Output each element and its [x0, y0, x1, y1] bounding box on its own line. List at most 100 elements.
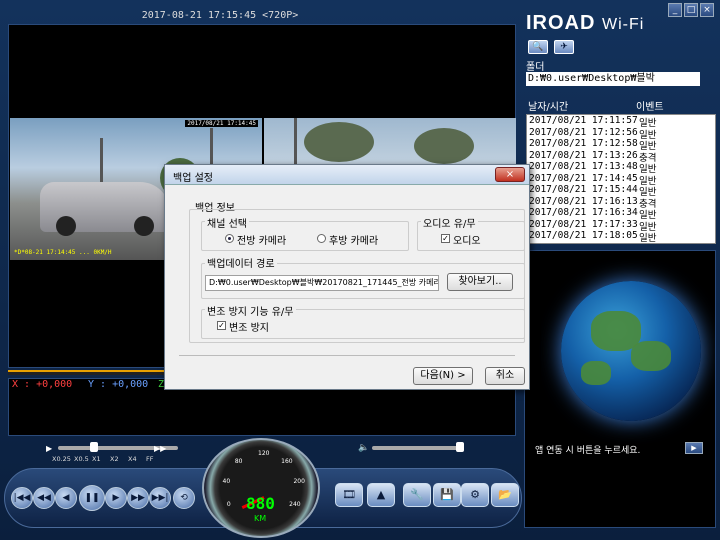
first-file-button[interactable]: |◀◀	[11, 487, 33, 509]
list-item-date: 2017/08/21 17:12:56	[529, 126, 638, 138]
file-list[interactable]: 2017/08/21 17:11:57 일반 2017/08/21 17:12:56…	[526, 114, 716, 244]
tool-row: 🔍 ✈	[526, 40, 716, 54]
repeat-button[interactable]: ⟲	[173, 487, 195, 509]
y-coordinate: Y : +0,000	[88, 379, 149, 390]
list-item[interactable]: 2017/08/21 17:13:26 충격	[527, 150, 715, 164]
tamper-group-label: 변조 방지 기능 유/무	[205, 303, 296, 318]
rear-camera-label[interactable]: 후방 카메라	[329, 232, 378, 247]
dialog-separator	[179, 355, 515, 356]
rear-camera-radio[interactable]	[317, 234, 326, 243]
continent	[581, 361, 611, 385]
audio-checkbox[interactable]: ✓	[441, 234, 450, 243]
app-link-instruction: 앱 연동 시 버튼을 누르세요.	[535, 446, 641, 456]
last-file-button[interactable]: ▶▶|	[149, 487, 171, 509]
front-camera-label[interactable]: 전방 카메라	[237, 232, 286, 247]
front-camera-radio[interactable]	[225, 234, 234, 243]
volume-icon: 🔈	[358, 443, 370, 453]
list-item[interactable]: 2017/08/21 17:16:34 일반	[527, 207, 715, 221]
tools-icon[interactable]: 🔧	[403, 483, 431, 507]
settings-gear-icon[interactable]: ⚙	[461, 483, 489, 507]
speed-tick: 200	[293, 478, 305, 486]
list-item-event: 일반	[639, 233, 657, 244]
col-event[interactable]: 이벤트	[636, 98, 664, 113]
folder-path-field[interactable]: D:₩0.user₩Desktop₩블박	[526, 72, 700, 86]
speedometer: 0 40 80 120 160 200 240 880 KM	[202, 438, 320, 538]
list-item-date: 2017/08/21 17:16:13	[529, 195, 638, 207]
file-list-header: 날자/시간 이벤트	[526, 98, 716, 113]
speed-down-icon[interactable]: ▶	[46, 444, 52, 453]
continent	[631, 341, 671, 371]
dialog-close-button[interactable]: ×	[495, 167, 525, 182]
maximize-button[interactable]: □	[684, 3, 698, 17]
speed-tick: 80	[234, 457, 243, 465]
backup-path-field[interactable]: D:₩0.user₩Desktop₩블박₩20170821_171445_전방 …	[205, 275, 439, 291]
folder-label: 폴더	[526, 62, 545, 73]
speed-tick: 40	[222, 478, 231, 486]
list-item[interactable]: 2017/08/21 17:12:58 일반	[527, 138, 715, 152]
close-button[interactable]: ×	[700, 3, 714, 17]
app-link-button[interactable]: ▶	[685, 442, 703, 454]
col-date[interactable]: 날자/시간	[528, 98, 568, 113]
cancel-button[interactable]: 취소	[485, 367, 525, 385]
list-item[interactable]: 2017/08/21 17:11:57 일반	[527, 115, 715, 129]
front-camera-osd: *D*08-21 17:14:45 ... 0KM/H	[14, 249, 112, 256]
road-icon[interactable]: ▲	[367, 483, 395, 507]
tamper-label[interactable]: 변조 방지	[229, 319, 269, 334]
previous-button[interactable]: ◀◀	[33, 487, 55, 509]
open-folder-icon[interactable]: 📂	[491, 483, 519, 507]
speed-up-icon[interactable]: ▶▶	[154, 444, 166, 453]
tree	[304, 122, 374, 162]
speed-tick: 240	[289, 501, 301, 508]
list-item[interactable]: 2017/08/21 17:17:33 일반	[527, 218, 715, 233]
tree	[414, 128, 474, 164]
list-item[interactable]: 2017/08/21 17:13:48 일반	[527, 161, 715, 175]
list-item-date: 2017/08/21 17:13:48	[529, 161, 638, 172]
tamper-checkbox[interactable]: ✓	[217, 321, 226, 330]
speed-tick: 120	[258, 450, 270, 457]
path-group-label: 백업데이터 경로	[205, 255, 277, 270]
film-icon[interactable]: 🎞	[335, 483, 363, 507]
speed-label: X0.5	[74, 455, 89, 463]
forward-button[interactable]: ▶▶	[127, 487, 149, 509]
browse-button[interactable]: 찾아보기..	[447, 273, 513, 291]
backup-settings-dialog: 백업 설정 × 백업 정보 채널 선택 전방 카메라 후방 카메라 오디오 유/…	[164, 164, 530, 390]
list-item-date: 2017/08/21 17:17:33	[529, 218, 638, 230]
iroad-logo: IROAD Wi-Fi	[526, 12, 644, 35]
iroad-viewer-window: 2017-08-21 17:15:45 <720P> 2017/08/21 17…	[0, 0, 720, 540]
speed-label: X0.25	[52, 455, 71, 463]
list-item-date: 2017/08/21 17:18:05	[529, 230, 638, 241]
speed-digits: 880	[246, 494, 275, 513]
logo-brand: IROAD	[526, 12, 596, 34]
speed-tick: 0	[226, 501, 231, 508]
playback-speed-thumb[interactable]	[90, 442, 98, 452]
reverse-button[interactable]: ◀	[55, 487, 77, 509]
satellite-icon[interactable]: ✈	[554, 40, 574, 54]
list-item-date: 2017/08/21 17:15:44	[529, 184, 638, 195]
earth-globe	[561, 281, 701, 421]
list-item-date: 2017/08/21 17:16:34	[529, 207, 638, 218]
speed-label: X2	[110, 455, 119, 463]
speed-label: FF	[146, 455, 154, 463]
next-button[interactable]: 다음(N) >	[413, 367, 473, 385]
audio-label[interactable]: 오디오	[453, 232, 481, 247]
x-coordinate: X : +0,000	[12, 379, 73, 390]
speed-tick: 160	[281, 457, 293, 465]
pause-button[interactable]: ❚❚	[79, 485, 105, 511]
volume-thumb[interactable]	[456, 442, 464, 452]
zoom-icon[interactable]: 🔍	[528, 40, 548, 54]
list-item[interactable]: 2017/08/21 17:15:44 일반	[527, 184, 715, 198]
van-wheel	[134, 216, 154, 236]
play-button[interactable]: ▶	[105, 487, 127, 509]
list-item-date: 2017/08/21 17:11:57	[529, 115, 638, 126]
list-item[interactable]: 2017/08/21 17:14:45 일반	[527, 173, 715, 187]
list-item[interactable]: 2017/08/21 17:16:13 충격	[527, 195, 715, 210]
list-item[interactable]: 2017/08/21 17:12:56 일반	[527, 126, 715, 141]
list-item[interactable]: 2017/08/21 17:18:05 일반	[527, 230, 715, 244]
dialog-titlebar[interactable]: 백업 설정 ×	[165, 165, 529, 185]
minimize-button[interactable]: _	[668, 3, 682, 17]
volume-slider[interactable]	[372, 446, 462, 450]
video-timestamp: 2017-08-21 17:15:45 <720P>	[141, 10, 299, 21]
speed-label: X4	[128, 455, 137, 463]
audio-group-label: 오디오 유/무	[421, 215, 478, 230]
save-icon[interactable]: 💾	[433, 483, 461, 507]
